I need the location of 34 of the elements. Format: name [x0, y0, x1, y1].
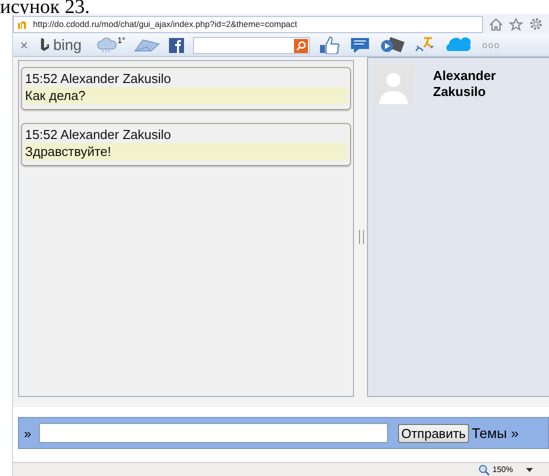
message-header: 15:52 Alexander Zakusilo	[25, 126, 172, 143]
user-name[interactable]: Alexander Zakusilo	[433, 68, 523, 100]
prompt-text: »	[24, 426, 32, 440]
bing-logo-icon	[40, 38, 50, 52]
url-text: http://do.cdodd.ru/mod/chat/gui_ajax/index.php?id=2&theme=compact	[33, 19, 298, 29]
star-icon[interactable]	[509, 18, 523, 30]
chat-bubble-icon[interactable]	[350, 36, 370, 54]
close-button[interactable]: ×	[17, 37, 32, 53]
message-text: Здравствуйте!	[25, 143, 347, 160]
home-icon[interactable]	[489, 18, 503, 30]
site-logo-icon	[17, 18, 29, 30]
facebook-icon[interactable]	[169, 38, 184, 52]
message-input[interactable]	[39, 423, 388, 443]
bing-text: bing	[53, 36, 82, 54]
settings-icon[interactable]	[529, 17, 543, 31]
themes-link[interactable]: Темы »	[472, 425, 519, 441]
thumbs-up-icon[interactable]	[319, 36, 342, 54]
caret-icon[interactable]	[526, 468, 533, 472]
address-bar[interactable]: http://do.cdodd.ru/mod/chat/gui_ajax/index.php?id=2&theme=compact	[13, 16, 483, 32]
temperature-text: 1°	[118, 36, 126, 45]
cloud-icon[interactable]	[96, 37, 119, 53]
send-button[interactable]: Отправить	[398, 424, 469, 442]
message-header: 15:52 Alexander Zakusilo	[25, 70, 172, 87]
message-text: Как дела?	[25, 87, 347, 104]
figure-caption: исунок 23.	[0, 0, 91, 14]
video-icon[interactable]	[379, 36, 406, 54]
zoom-icon[interactable]	[478, 464, 490, 476]
envelope-icon[interactable]	[134, 38, 160, 52]
avatar-icon	[374, 65, 413, 104]
zoom-level-text[interactable]: 150%	[492, 465, 513, 474]
splitter-handle[interactable]	[359, 230, 364, 244]
search-field[interactable]	[193, 36, 310, 54]
cloud-logo-icon[interactable]	[445, 37, 474, 53]
search-icon[interactable]	[294, 38, 308, 52]
